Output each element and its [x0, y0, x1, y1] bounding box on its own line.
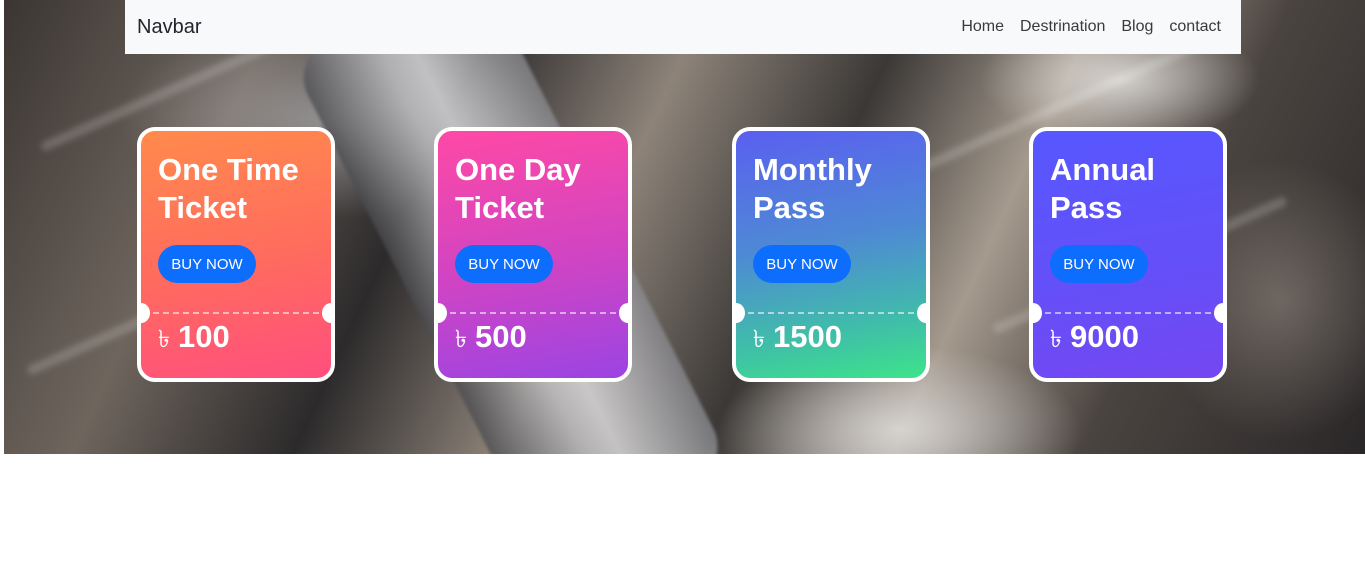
- ticket-divider: [153, 312, 319, 314]
- ticket-notch-left: [736, 303, 745, 323]
- ticket-notch-left: [1033, 303, 1042, 323]
- ticket-price: ৳ 1500: [753, 319, 842, 361]
- ticket-divider: [748, 312, 914, 314]
- ticket-card-monthly: Monthly Pass BUY NOW ৳ 1500: [732, 127, 930, 382]
- ticket-notch-right: [917, 303, 926, 323]
- ticket-price: ৳ 500: [455, 319, 527, 361]
- ticket-price-amount: 1500: [772, 319, 842, 354]
- ticket-divider: [450, 312, 616, 314]
- ticket-notch-left: [438, 303, 447, 323]
- taka-currency-icon: ৳: [1050, 326, 1062, 353]
- nav-links: Home Destrination Blog contact: [953, 18, 1229, 36]
- buy-now-button[interactable]: BUY NOW: [1050, 245, 1148, 283]
- ticket-card-one-day: One Day Ticket BUY NOW ৳ 500: [434, 127, 632, 382]
- nav-link-home[interactable]: Home: [953, 18, 1012, 36]
- ticket-title: Annual Pass: [1050, 152, 1156, 225]
- ticket-title: One Day Ticket: [455, 152, 581, 225]
- navbar-brand[interactable]: Navbar: [137, 16, 201, 39]
- buy-now-button[interactable]: BUY NOW: [753, 245, 851, 283]
- nav-link-contact[interactable]: contact: [1161, 18, 1229, 36]
- hero-left-edge: [0, 0, 4, 454]
- ticket-card-annual: Annual Pass BUY NOW ৳ 9000: [1029, 127, 1227, 382]
- nav-link-blog[interactable]: Blog: [1113, 18, 1161, 36]
- buy-now-button[interactable]: BUY NOW: [455, 245, 553, 283]
- ticket-price-amount: 9000: [1069, 319, 1139, 354]
- ticket-divider: [1045, 312, 1211, 314]
- ticket-title: One Time Ticket: [158, 152, 299, 225]
- ticket-title: Monthly Pass: [753, 152, 872, 225]
- ticket-notch-left: [141, 303, 150, 323]
- ticket-price: ৳ 100: [158, 319, 230, 361]
- navbar: Navbar Home Destrination Blog contact: [125, 0, 1241, 54]
- taka-currency-icon: ৳: [158, 326, 170, 353]
- ticket-price: ৳ 9000: [1050, 319, 1139, 361]
- ticket-notch-right: [322, 303, 331, 323]
- ticket-price-amount: 500: [474, 319, 527, 354]
- ticket-notch-right: [619, 303, 628, 323]
- ticket-card-one-time: One Time Ticket BUY NOW ৳ 100: [137, 127, 335, 382]
- ticket-notch-right: [1214, 303, 1223, 323]
- buy-now-button[interactable]: BUY NOW: [158, 245, 256, 283]
- nav-link-destination[interactable]: Destrination: [1012, 18, 1113, 36]
- taka-currency-icon: ৳: [455, 326, 467, 353]
- taka-currency-icon: ৳: [753, 326, 765, 353]
- ticket-price-amount: 100: [177, 319, 230, 354]
